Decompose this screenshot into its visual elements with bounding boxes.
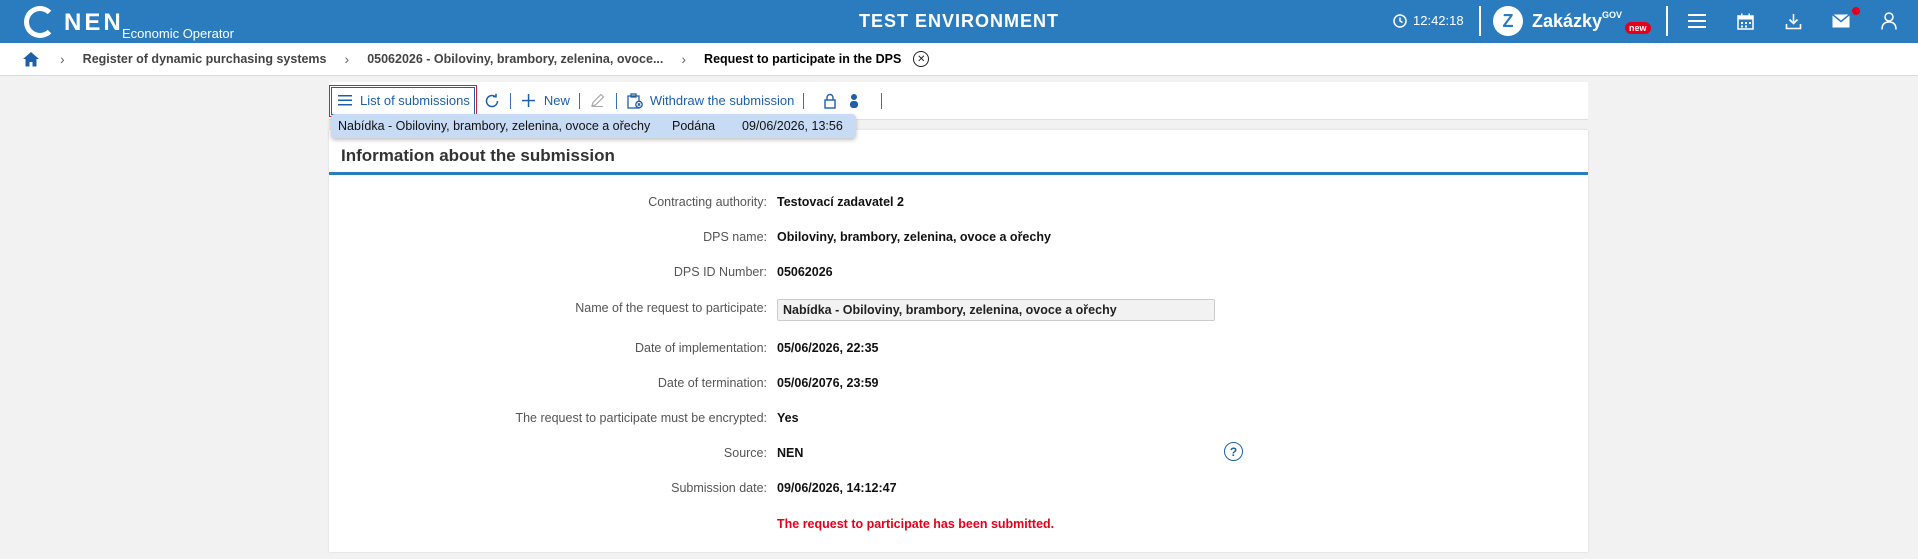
submission-status-message: The request to participate has been subm… xyxy=(777,517,1055,531)
toolbar-divider xyxy=(803,92,805,109)
contracting-authority-value: Testovací zadavatel 2 xyxy=(777,195,904,209)
termination-date-value: 05/06/2076, 23:59 xyxy=(777,376,879,390)
menu-icon[interactable] xyxy=(1687,11,1707,31)
list-icon xyxy=(336,92,354,110)
breadcrumb-item-current: Request to participate in the DPS xyxy=(704,52,902,66)
toolbar-divider xyxy=(509,92,511,109)
section-title: Information about the submission xyxy=(341,146,615,165)
encryption-status[interactable] xyxy=(807,85,869,117)
breadcrumb: › Register of dynamic purchasing systems… xyxy=(0,43,1918,76)
home-icon[interactable] xyxy=(22,49,42,69)
chevron-right-icon: › xyxy=(344,51,350,67)
nen-logo[interactable]: NEN xyxy=(24,6,124,38)
withdraw-submission-button[interactable]: Withdraw the submission xyxy=(620,85,801,117)
submission-date-label: Submission date: xyxy=(671,481,767,495)
nen-logo-icon xyxy=(24,6,56,38)
encrypted-label: The request to participate must be encry… xyxy=(515,411,767,425)
chevron-right-icon: › xyxy=(681,51,687,67)
new-button[interactable]: New xyxy=(514,85,576,117)
chevron-right-icon: › xyxy=(60,51,65,67)
key-icon xyxy=(845,92,863,110)
lock-icon xyxy=(821,92,839,110)
breadcrumb-item-register[interactable]: Register of dynamic purchasing systems xyxy=(83,52,327,66)
encrypted-value: Yes xyxy=(777,411,799,425)
clock-icon xyxy=(1393,13,1407,28)
zakazky-link[interactable]: Z Zakázky xyxy=(1493,6,1602,36)
request-name-field[interactable]: Nabídka - Obiloviny, brambory, zelenina,… xyxy=(777,299,1215,321)
close-icon[interactable]: ✕ xyxy=(913,51,930,67)
request-name-label: Name of the request to participate: xyxy=(575,301,767,315)
implementation-date-value: 05/06/2026, 22:35 xyxy=(777,341,879,355)
section-divider xyxy=(329,172,1588,175)
download-icon[interactable] xyxy=(1783,11,1803,31)
pencil-icon xyxy=(589,92,607,110)
user-icon[interactable] xyxy=(1879,11,1899,31)
list-of-submissions-label: List of submissions xyxy=(360,93,470,108)
toolbar-divider xyxy=(578,92,580,109)
submission-date-value: 09/06/2026, 14:12:47 xyxy=(777,481,897,495)
refresh-button[interactable] xyxy=(477,85,507,117)
implementation-date-label: Date of implementation: xyxy=(634,341,767,355)
source-value: NEN xyxy=(777,446,804,460)
notification-dot xyxy=(1852,7,1860,15)
submission-status: Podána xyxy=(672,119,716,133)
header-divider xyxy=(1479,6,1481,36)
submission-info-panel: Information about the submission Contrac… xyxy=(329,130,1588,552)
header-divider xyxy=(1666,6,1668,36)
top-header: NEN Economic Operator TEST ENVIRONMENT 1… xyxy=(0,0,1918,43)
zakazky-logo-icon: Z xyxy=(1493,6,1523,36)
submission-date: 09/06/2026, 13:56 xyxy=(742,119,843,133)
toolbar-divider xyxy=(615,92,617,109)
breadcrumb-item-dps[interactable]: 05062026 - Obiloviny, brambory, zelenina… xyxy=(367,52,663,66)
list-of-submissions-button[interactable]: List of submissions xyxy=(329,84,477,117)
plus-icon xyxy=(520,92,538,110)
zakazky-gov: GOV xyxy=(1602,10,1623,20)
termination-date-label: Date of termination: xyxy=(657,376,767,390)
submission-name: Nabídka - Obiloviny, brambory, zelenina,… xyxy=(338,119,651,133)
dps-name-label: DPS name: xyxy=(703,230,767,244)
session-clock: 12:42:18 xyxy=(1393,13,1464,28)
logo-subtitle: Economic Operator xyxy=(122,26,234,41)
logo-text: NEN xyxy=(64,9,124,36)
edit-button[interactable] xyxy=(583,85,613,117)
contracting-authority-label: Contracting authority: xyxy=(648,195,767,209)
zakazky-label: Zakázky xyxy=(1532,10,1603,31)
toolbar-divider xyxy=(881,92,883,109)
new-label: New xyxy=(543,93,570,108)
help-icon[interactable]: ? xyxy=(1224,442,1243,461)
withdraw-submission-label: Withdraw the submission xyxy=(649,93,795,108)
refresh-icon xyxy=(483,92,501,110)
zakazky-new-badge: new xyxy=(1625,22,1651,34)
dps-id-value: 05062026 xyxy=(777,265,833,279)
dps-id-label: DPS ID Number: xyxy=(673,265,767,279)
clock-time: 12:42:18 xyxy=(1413,13,1464,28)
submissions-dropdown: Nabídka - Obiloviny, brambory, zelenina,… xyxy=(331,114,856,138)
dps-name-value: Obiloviny, brambory, zelenina, ovoce a o… xyxy=(777,230,1051,244)
source-label: Source: xyxy=(723,446,767,460)
calendar-icon[interactable] xyxy=(1735,11,1755,31)
mail-icon[interactable] xyxy=(1831,11,1851,31)
withdraw-icon xyxy=(626,92,644,110)
